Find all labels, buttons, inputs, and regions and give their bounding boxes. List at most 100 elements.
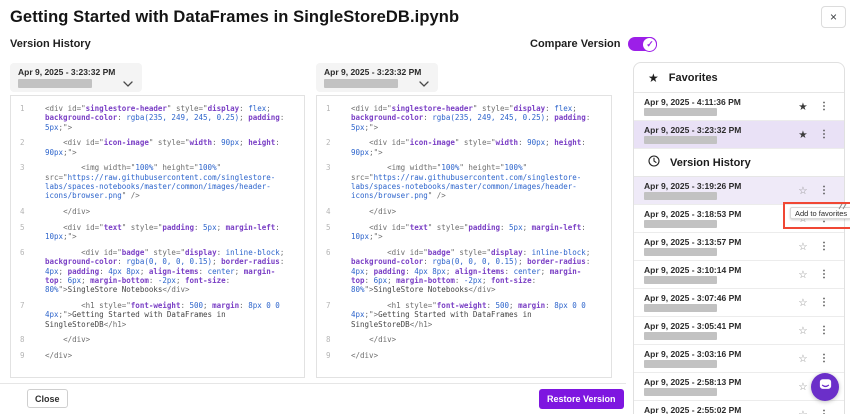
version-history-header: Version History: [634, 149, 844, 177]
redacted-author-bar: [644, 276, 717, 284]
restore-version-button[interactable]: Restore Version: [539, 389, 624, 409]
redacted-author-bar: [644, 108, 717, 116]
version-row-timestamp: Apr 9, 2025 - 3:19:26 PM: [644, 181, 742, 191]
row-menu-button[interactable]: ⋮: [818, 128, 830, 142]
version-row-timestamp: Apr 9, 2025 - 3:23:32 PM: [644, 125, 742, 135]
right-code-editor[interactable]: 1 <div id="singlestore-header" style="di…: [316, 95, 612, 378]
row-menu-button[interactable]: ⋮: [818, 296, 830, 310]
left-version-dropdown[interactable]: Apr 9, 2025 - 3:23:32 PM: [10, 63, 142, 92]
code-line: 4 </div>: [317, 207, 611, 216]
version-row[interactable]: Apr 9, 2025 - 2:55:02 PM ☆ ⋮: [634, 401, 844, 414]
code-line-text: </div>: [351, 351, 379, 361]
line-number: 1: [20, 104, 25, 113]
right-version-dropdown[interactable]: Apr 9, 2025 - 3:23:32 PM: [316, 63, 438, 92]
favorite-star-button[interactable]: ☆: [796, 324, 810, 338]
favorite-star-button[interactable]: ★: [796, 100, 810, 114]
line-number: 7: [326, 301, 331, 311]
version-row[interactable]: Apr 9, 2025 - 3:03:16 PM ☆ ⋮: [634, 345, 844, 373]
line-number: 3: [326, 163, 331, 173]
compare-version-toggle[interactable]: ✓: [628, 36, 658, 52]
code-line: 3 <img width="100%" height="100%" src="h…: [317, 163, 611, 200]
code-line-text: <div id="singlestore-header" style="disp…: [45, 104, 289, 132]
version-row[interactable]: Apr 9, 2025 - 3:19:26 PM ☆ ⋮: [634, 177, 844, 205]
code-line: 1 <div id="singlestore-header" style="di…: [317, 104, 611, 132]
redacted-author-bar: [644, 304, 717, 312]
favorite-star-button[interactable]: ☆: [796, 380, 810, 394]
favorite-star-button[interactable]: ☆: [796, 240, 810, 254]
favorites-header: ★ Favorites: [634, 63, 844, 93]
row-menu-button[interactable]: ⋮: [818, 352, 830, 366]
chat-icon: [818, 377, 833, 397]
code-line: 9 </div>: [11, 351, 304, 360]
code-line: 7 <h1 style="font-weight: 500; margin: 8…: [317, 301, 611, 329]
version-row-timestamp: Apr 9, 2025 - 3:18:53 PM: [644, 209, 742, 219]
favorite-star-button[interactable]: ☆: [796, 408, 810, 414]
redacted-author-bar: [644, 332, 717, 340]
row-menu-button[interactable]: ⋮: [818, 184, 830, 198]
right-version-timestamp: Apr 9, 2025 - 3:23:32 PM: [324, 67, 422, 77]
version-row-timestamp: Apr 9, 2025 - 3:03:16 PM: [644, 349, 742, 359]
left-version-timestamp: Apr 9, 2025 - 3:23:32 PM: [18, 67, 116, 77]
row-menu-button[interactable]: ⋮: [818, 324, 830, 338]
row-menu-button[interactable]: ⋮: [818, 100, 830, 114]
code-line: 6 <div id="badge" style="display: inline…: [317, 248, 611, 294]
code-line-text: <h1 style="font-weight: 500; margin: 8px…: [351, 301, 591, 329]
line-number: 9: [326, 351, 331, 361]
code-line-text: <div id="badge" style="display: inline-b…: [45, 248, 289, 295]
clock-icon: [648, 154, 660, 172]
favorites-title: Favorites: [668, 71, 718, 84]
code-line-text: </div>: [351, 207, 397, 217]
version-row-timestamp: Apr 9, 2025 - 3:05:41 PM: [644, 321, 742, 331]
code-line-text: </div>: [45, 207, 91, 217]
code-line-text: <div id="text" style="padding: 5px; marg…: [351, 222, 591, 242]
version-row-timestamp: Apr 9, 2025 - 2:58:13 PM: [644, 377, 742, 387]
favorite-star-button[interactable]: ☆: [796, 184, 810, 198]
row-menu-button[interactable]: ⋮: [818, 268, 830, 282]
redacted-author-bar: [644, 192, 717, 200]
redacted-author-bar: [324, 79, 398, 88]
toggle-check-icon: ✓: [642, 36, 658, 52]
redacted-author-bar: [18, 79, 92, 88]
line-number: 7: [20, 301, 25, 311]
chat-launcher-button[interactable]: [811, 373, 839, 401]
version-row[interactable]: Apr 9, 2025 - 3:13:57 PM ☆ ⋮: [634, 233, 844, 261]
code-line: 5 <div id="text" style="padding: 5px; ma…: [11, 223, 304, 242]
version-row[interactable]: Apr 9, 2025 - 3:10:14 PM ☆ ⋮: [634, 261, 844, 289]
version-history-title: Version History: [670, 156, 751, 169]
row-menu-button[interactable]: ⋮: [818, 408, 830, 414]
version-row[interactable]: Apr 9, 2025 - 3:05:41 PM ☆ ⋮: [634, 317, 844, 345]
code-line: 3 <img width="100%" height="100%" src="h…: [11, 163, 304, 200]
code-line: 8 </div>: [317, 335, 611, 344]
row-menu-button[interactable]: ⋮: [818, 240, 830, 254]
version-row[interactable]: Apr 9, 2025 - 3:23:32 PM ★ ⋮: [634, 121, 844, 149]
favorite-star-button[interactable]: ★: [796, 128, 810, 142]
version-row-timestamp: Apr 9, 2025 - 2:55:02 PM: [644, 405, 742, 414]
chevron-down-icon: [123, 74, 133, 92]
cursor-artifact: [838, 197, 847, 215]
close-button[interactable]: Close: [27, 389, 68, 408]
line-number: 6: [20, 248, 25, 258]
version-row[interactable]: Apr 9, 2025 - 4:11:36 PM ★ ⋮: [634, 93, 844, 121]
close-dialog-button[interactable]: ×: [821, 6, 846, 28]
line-number: 3: [20, 163, 25, 173]
line-number: 4: [326, 207, 331, 217]
page-title: Getting Started with DataFrames in Singl…: [10, 8, 460, 26]
version-row-timestamp: Apr 9, 2025 - 4:11:36 PM: [644, 97, 741, 107]
code-line-text: <div id="icon-image" style="width: 90px;…: [351, 138, 591, 157]
chevron-down-icon: [419, 74, 429, 92]
favorite-star-button[interactable]: ☆: [796, 352, 810, 366]
redacted-author-bar: [644, 248, 717, 256]
left-code-editor[interactable]: 1 <div id="singlestore-header" style="di…: [10, 95, 305, 378]
code-line-text: <div id="icon-image" style="width: 90px;…: [45, 138, 285, 157]
redacted-author-bar: [644, 220, 717, 228]
favorites-list: Apr 9, 2025 - 4:11:36 PM ★ ⋮ Apr 9, 2025…: [634, 93, 844, 149]
favorite-star-button[interactable]: ☆: [796, 296, 810, 310]
code-line-text: </div>: [45, 351, 73, 361]
code-line: 6 <div id="badge" style="display: inline…: [11, 248, 304, 294]
versions-sidebar: ★ Favorites Apr 9, 2025 - 4:11:36 PM ★ ⋮…: [633, 62, 845, 414]
line-number: 2: [326, 138, 331, 148]
version-row[interactable]: Apr 9, 2025 - 3:07:46 PM ☆ ⋮: [634, 289, 844, 317]
line-number: 9: [20, 351, 25, 361]
favorite-star-button[interactable]: ☆: [796, 268, 810, 282]
line-number: 6: [326, 248, 331, 258]
